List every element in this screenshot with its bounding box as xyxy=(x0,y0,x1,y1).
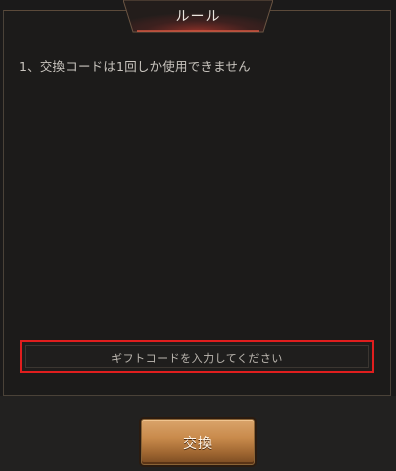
rules-dialog: 1、交換コードは1回しか使用できません ルール ギフトコードを入力してください … xyxy=(0,0,396,471)
title-tab: ルール xyxy=(123,0,273,33)
gift-code-placeholder: ギフトコードを入力してください xyxy=(111,352,283,365)
dialog-title: ルール xyxy=(175,9,221,25)
gift-code-input[interactable]: ギフトコードを入力してください xyxy=(20,340,374,373)
exchange-button-label: 交換 xyxy=(183,436,213,452)
exchange-button[interactable]: 交換 xyxy=(141,419,255,465)
rule-item-1: 1、交換コードは1回しか使用できません xyxy=(19,59,251,74)
rules-panel: 1、交換コードは1回しか使用できません xyxy=(3,10,391,396)
